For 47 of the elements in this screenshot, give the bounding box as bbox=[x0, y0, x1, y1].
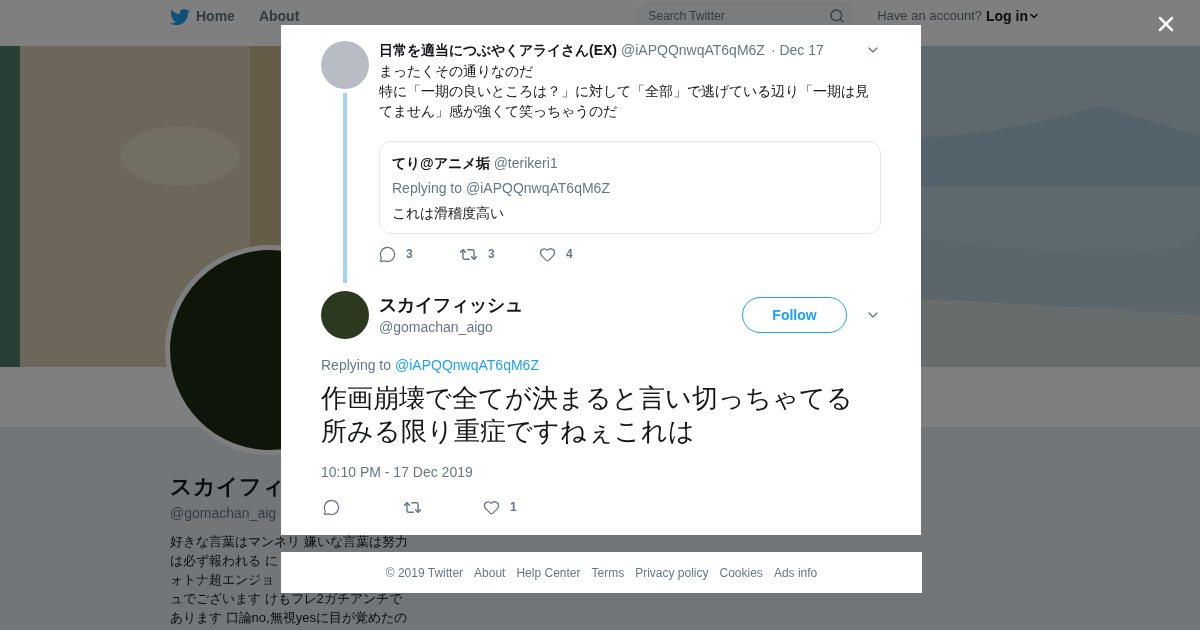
bio-line: あります 口論no,無視yesに目が覚めたの bbox=[170, 610, 407, 625]
tweet-text: 作画崩壊で全てが決まると言い切っちゃてる所みる限り重症ですねぇこれは bbox=[321, 382, 854, 448]
tweet-text: 特に「一期の良いところは？」に対して「全部」で逃げている辺り「一期は見てません」感が強くて笑っちゃうのだ bbox=[379, 82, 870, 121]
tweet-date[interactable]: · Dec 17 bbox=[770, 41, 824, 59]
nav-link[interactable]: Home bbox=[170, 6, 235, 27]
footer-link[interactable]: Cookies bbox=[719, 563, 763, 582]
avatar bbox=[321, 41, 369, 89]
replying-label: Replying to bbox=[321, 356, 392, 375]
profile-name: スカイフィ bbox=[170, 473, 285, 501]
quoted-text: これは滑稽度高い bbox=[392, 204, 505, 223]
footer-link[interactable]: Privacy policy bbox=[635, 563, 709, 582]
account-prompt: Have an account? bbox=[877, 7, 982, 25]
search-icon[interactable] bbox=[829, 8, 846, 24]
footer-link[interactable]: About bbox=[474, 563, 506, 582]
avatar bbox=[321, 291, 369, 339]
quoted-author-handle: @terikeri1 bbox=[493, 154, 558, 173]
author-handle: @iAPQQnwqAT6qM6Z bbox=[621, 41, 765, 59]
tweet-text: まったくその通りなのだ bbox=[379, 62, 534, 81]
bio-line: ォトナ超エンジョ bbox=[170, 572, 274, 587]
footer-link[interactable]: Terms bbox=[591, 563, 625, 582]
footer-link[interactable]: Ads info bbox=[773, 563, 818, 582]
action-count: 4 bbox=[566, 246, 573, 263]
replying-label: Replying to bbox=[392, 179, 463, 198]
footer-link[interactable]: Help Center bbox=[516, 563, 581, 582]
action-count: 3 bbox=[406, 246, 413, 263]
heart-icon[interactable] bbox=[539, 245, 556, 263]
reply-icon[interactable] bbox=[379, 245, 396, 263]
footer-link[interactable]: © 2019 Twitter bbox=[385, 563, 464, 582]
reply-icon[interactable] bbox=[323, 498, 340, 516]
author-name[interactable]: スカイフィッシュ bbox=[379, 292, 523, 317]
quoted-tweet[interactable]: てり@アニメ垢 @terikeri1 Replying to @iAPQQnwqAT6qM6Z これは滑稽度高い bbox=[379, 141, 881, 234]
bio-line: 好きな言葉はマンネリ 嫌いな言葉は努力 bbox=[170, 534, 408, 549]
tweet-timestamp: 10:10 PM - 17 Dec 2019 bbox=[321, 463, 474, 482]
replying-handle: @iAPQQnwqAT6qM6Z bbox=[466, 179, 610, 198]
profile-handle: @gomachan_aig bbox=[170, 504, 277, 523]
author-name[interactable]: 日常を適当につぶやくアライさん(EX) bbox=[379, 41, 617, 59]
heart-icon[interactable] bbox=[483, 498, 500, 516]
quoted-author-name: てり@アニメ垢 bbox=[392, 154, 490, 173]
bio-line: ュでございます けもフレ2ガチアンチで bbox=[170, 591, 402, 606]
action-count: 3 bbox=[488, 246, 495, 263]
nav-link[interactable]: About bbox=[258, 6, 300, 27]
replying-handle-link[interactable]: @iAPQQnwqAT6qM6Z bbox=[395, 355, 539, 376]
bio-line: は必ず報われる に bbox=[170, 553, 278, 568]
bird-icon bbox=[170, 6, 190, 27]
action-count: 1 bbox=[510, 499, 517, 516]
author-handle: @gomachan_aigo bbox=[379, 317, 494, 337]
login-link[interactable]: Log in bbox=[986, 6, 1028, 27]
